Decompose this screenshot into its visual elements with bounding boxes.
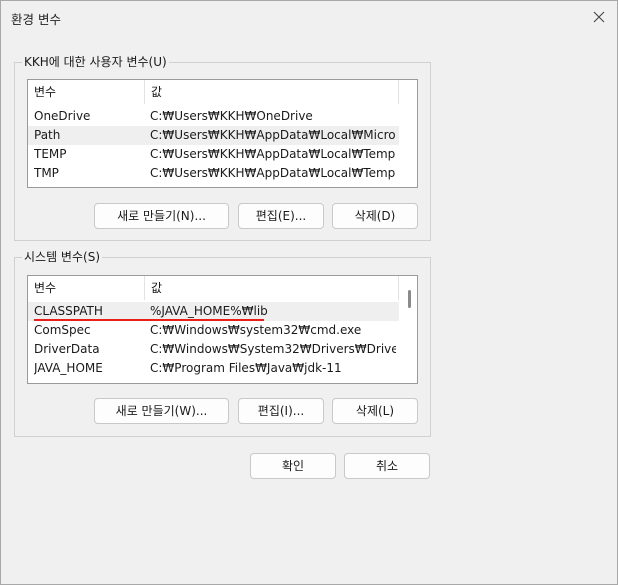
variable-name: JAVA_HOME bbox=[34, 361, 103, 375]
user-new-button[interactable]: 새로 만들기(N)... bbox=[94, 203, 229, 229]
close-button[interactable] bbox=[589, 7, 609, 27]
variable-value: C:₩Users₩KKH₩AppData₩Local₩Microsoft... bbox=[150, 128, 396, 142]
column-header-name[interactable]: 변수 bbox=[28, 80, 144, 104]
system-new-button[interactable]: 새로 만들기(W)... bbox=[94, 398, 229, 424]
table-row[interactable]: ComSpec C:₩Windows₩system32₩cmd.exe bbox=[28, 321, 399, 340]
variable-value: C:₩Users₩KKH₩OneDrive bbox=[150, 109, 313, 123]
variable-value: C:₩Windows₩System32₩Drivers₩DriverData bbox=[150, 342, 396, 356]
column-header-value[interactable]: 값 bbox=[145, 276, 401, 300]
user-variables-group: KKH에 대한 사용자 변수(U) 변수 값 OneDrive C:₩Users… bbox=[14, 54, 431, 241]
column-divider[interactable] bbox=[398, 276, 399, 300]
title-bar: 환경 변수 bbox=[1, 1, 617, 33]
system-variables-title: 시스템 변수(S) bbox=[22, 249, 102, 265]
variable-value: C:₩Windows₩system32₩cmd.exe bbox=[150, 323, 362, 337]
system-delete-button[interactable]: 삭제(L) bbox=[332, 398, 418, 424]
list-header: 변수 값 bbox=[28, 80, 417, 104]
table-row[interactable]: Path C:₩Users₩KKH₩AppData₩Local₩Microsof… bbox=[28, 126, 399, 145]
system-variables-group: 시스템 변수(S) 변수 값 CLASSPATH %JAVA_HOME%₩lib… bbox=[14, 249, 431, 437]
table-row[interactable]: TMP C:₩Users₩KKH₩AppData₩Local₩Temp bbox=[28, 164, 399, 183]
system-variables-list[interactable]: 변수 값 CLASSPATH %JAVA_HOME%₩lib ComSpec C… bbox=[27, 275, 418, 384]
ok-button[interactable]: 확인 bbox=[250, 453, 336, 479]
user-variables-title: KKH에 대한 사용자 변수(U) bbox=[22, 54, 169, 70]
vertical-scrollbar[interactable] bbox=[408, 290, 411, 308]
column-divider[interactable] bbox=[398, 80, 399, 104]
system-edit-button[interactable]: 편집(I)... bbox=[238, 398, 324, 424]
environment-variables-dialog: 환경 변수 KKH에 대한 사용자 변수(U) 변수 값 OneDrive C:… bbox=[0, 0, 618, 585]
variable-name: DriverData bbox=[34, 342, 100, 356]
variable-name: OneDrive bbox=[34, 109, 91, 123]
variable-name: TEMP bbox=[34, 147, 67, 161]
list-header: 변수 값 bbox=[28, 276, 417, 300]
user-edit-button[interactable]: 편집(E)... bbox=[238, 203, 324, 229]
user-delete-button[interactable]: 삭제(D) bbox=[332, 203, 418, 229]
window-title: 환경 변수 bbox=[11, 12, 61, 27]
cancel-button[interactable]: 취소 bbox=[344, 453, 430, 479]
table-row[interactable]: JAVA_HOME C:₩Program Files₩Java₩jdk-11 bbox=[28, 359, 399, 378]
variable-value: C:₩Users₩KKH₩AppData₩Local₩Temp bbox=[150, 166, 396, 180]
variable-name: TMP bbox=[34, 166, 59, 180]
user-variables-list[interactable]: 변수 값 OneDrive C:₩Users₩KKH₩OneDrive Path… bbox=[27, 79, 418, 188]
column-header-value[interactable]: 값 bbox=[145, 80, 401, 104]
variable-value: C:₩Users₩KKH₩AppData₩Local₩Temp bbox=[150, 147, 396, 161]
table-row[interactable]: DriverData C:₩Windows₩System32₩Drivers₩D… bbox=[28, 340, 399, 359]
close-icon bbox=[593, 11, 605, 23]
variable-name: Path bbox=[34, 128, 61, 142]
table-row[interactable]: OneDrive C:₩Users₩KKH₩OneDrive bbox=[28, 107, 399, 126]
table-row[interactable]: TEMP C:₩Users₩KKH₩AppData₩Local₩Temp bbox=[28, 145, 399, 164]
variable-value: C:₩Program Files₩Java₩jdk-11 bbox=[150, 361, 342, 375]
column-header-name[interactable]: 변수 bbox=[28, 276, 144, 300]
variable-name: ComSpec bbox=[34, 323, 91, 337]
